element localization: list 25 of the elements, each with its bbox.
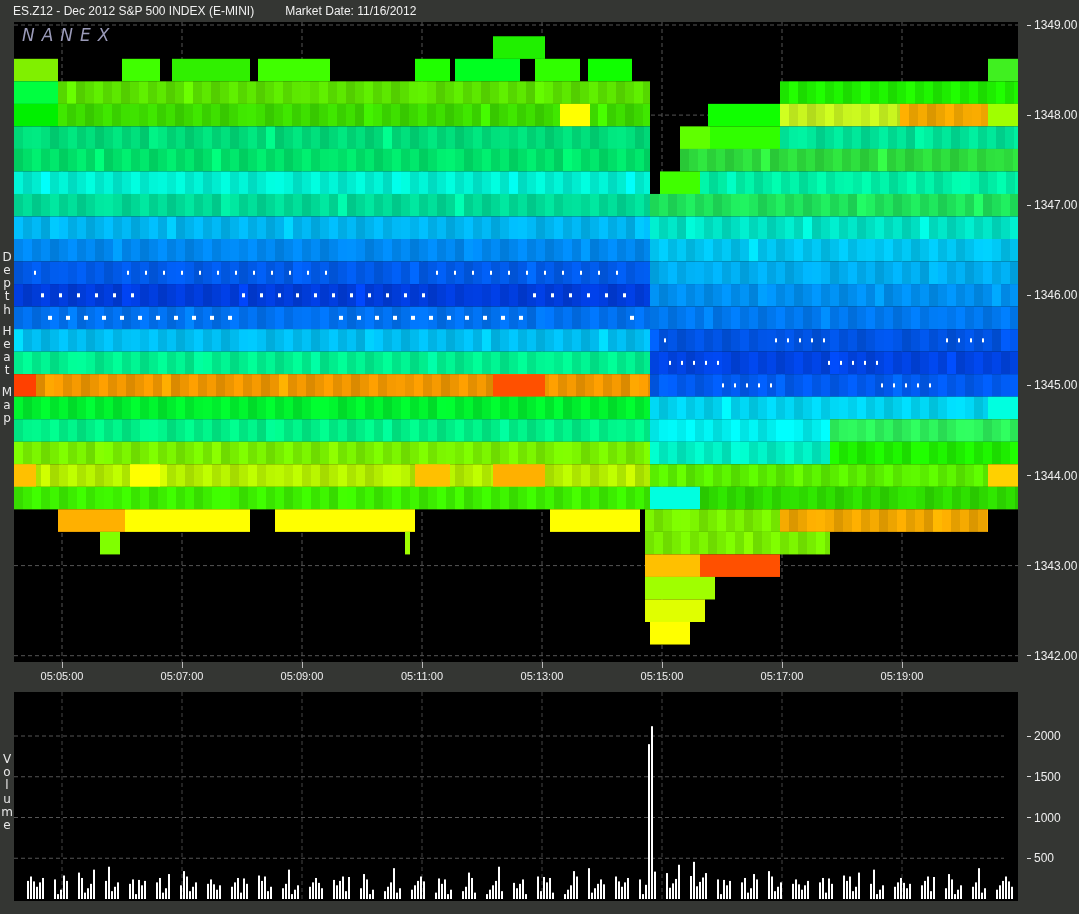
- volume-label: 2000: [1034, 729, 1061, 743]
- axis-label: Depth Heat Map: [1, 250, 13, 427]
- price-label: 1345.00: [1034, 378, 1078, 393]
- price-label: 1342.00: [1034, 648, 1078, 663]
- axis-label: Volume: [1, 752, 13, 834]
- time-label: 05:15:00: [640, 670, 684, 682]
- market-date: Market Date: 11/16/2012: [285, 4, 417, 18]
- volume-label: 1500: [1034, 769, 1061, 784]
- time-label: 05:13:00: [520, 670, 564, 682]
- time-label: 05:07:00: [160, 670, 204, 682]
- logo-text: NANEX: [22, 25, 117, 45]
- time-label: 05:19:00: [880, 670, 924, 682]
- price-label: 1349.00: [1034, 18, 1078, 32]
- time-label: 05:17:00: [760, 670, 804, 682]
- volume-label: 1000: [1034, 810, 1061, 825]
- price-label: 1348.00: [1034, 108, 1078, 123]
- time-label: 05:05:00: [40, 670, 84, 682]
- time-label: 05:11:00: [401, 670, 443, 682]
- price-label: 1344.00: [1034, 468, 1078, 483]
- price-label: 1346.00: [1034, 288, 1078, 303]
- price-label: 1347.00: [1034, 198, 1078, 213]
- instrument-title: ES.Z12 - Dec 2012 S&P 500 INDEX (E-MINI): [13, 4, 255, 18]
- time-label: 05:09:00: [280, 670, 324, 682]
- price-label: 1343.00: [1034, 558, 1078, 573]
- volume-label: 500: [1034, 851, 1055, 866]
